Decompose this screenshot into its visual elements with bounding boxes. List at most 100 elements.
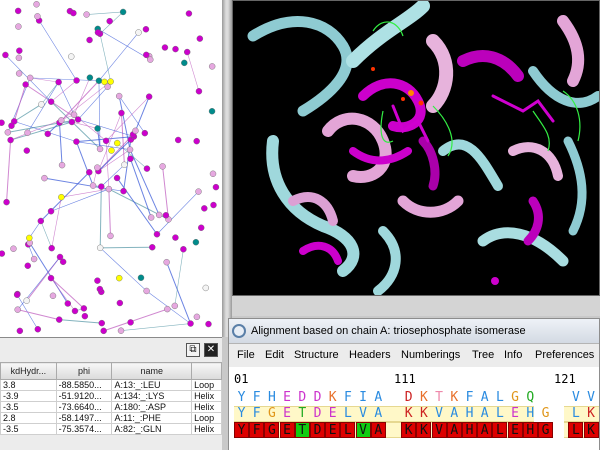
network-node[interactable] <box>2 51 9 59</box>
network-node[interactable] <box>49 292 57 299</box>
residue[interactable]: F <box>462 390 477 406</box>
network-node[interactable] <box>181 59 188 67</box>
network-node[interactable] <box>56 316 63 323</box>
network-node[interactable] <box>185 10 193 17</box>
network-node[interactable] <box>83 11 90 18</box>
network-node[interactable] <box>102 137 110 145</box>
network-node[interactable] <box>23 297 30 304</box>
network-node[interactable] <box>86 36 93 44</box>
residue[interactable]: F <box>249 406 264 422</box>
residue[interactable]: L <box>568 422 584 438</box>
close-icon[interactable]: ✕ <box>204 343 218 357</box>
network-node[interactable] <box>16 327 24 335</box>
residue[interactable]: F <box>249 390 264 406</box>
network-node[interactable] <box>94 164 101 171</box>
residue[interactable]: Y <box>234 390 249 406</box>
residue[interactable]: F <box>340 390 355 406</box>
network-node[interactable] <box>135 29 142 36</box>
sequence-alignment-area[interactable]: 01 111 121 YFHEDDKFIADKTKFALGQVVYFGETDEL… <box>229 367 599 450</box>
residue[interactable]: L <box>340 422 356 438</box>
alignment-row-sequence-2[interactable]: YFGETDELVAKKVAHALEHGLK <box>229 406 599 422</box>
network-node[interactable] <box>212 183 220 191</box>
menu-info[interactable]: Info <box>504 349 522 361</box>
network-node[interactable] <box>115 92 123 100</box>
residue[interactable]: K <box>401 406 416 422</box>
network-node[interactable] <box>161 44 169 51</box>
network-node[interactable] <box>26 234 33 242</box>
residue[interactable]: H <box>462 422 477 438</box>
residue[interactable]: T <box>295 406 310 422</box>
network-node[interactable] <box>127 155 134 162</box>
network-node[interactable] <box>209 170 217 177</box>
table-row[interactable]: -3.5 -73.6640... A:180:_:ASP Helix <box>0 401 222 413</box>
network-node[interactable] <box>7 136 14 144</box>
network-node[interactable] <box>196 35 204 42</box>
residue[interactable]: L <box>492 406 507 422</box>
network-node[interactable] <box>127 319 134 326</box>
network-node[interactable] <box>30 255 38 263</box>
network-node[interactable] <box>195 88 203 95</box>
network-node[interactable] <box>10 245 17 252</box>
table-row[interactable]: 3.8 -88.5850... A:13:_:LEU Loop <box>0 379 222 391</box>
network-node[interactable] <box>205 320 212 328</box>
network-node[interactable] <box>47 274 55 282</box>
network-node[interactable] <box>15 54 23 62</box>
network-node[interactable] <box>47 208 55 215</box>
residue[interactable]: D <box>401 390 416 406</box>
residue[interactable]: A <box>447 406 462 422</box>
residue[interactable]: V <box>584 390 599 406</box>
residue[interactable]: E <box>507 422 523 438</box>
network-node[interactable] <box>8 122 15 129</box>
network-node[interactable] <box>145 93 153 100</box>
network-node[interactable] <box>96 285 104 293</box>
network-node[interactable] <box>208 108 216 115</box>
network-node[interactable] <box>68 53 75 60</box>
network-node[interactable] <box>105 185 113 193</box>
network-node[interactable] <box>58 193 65 201</box>
network-node[interactable] <box>34 326 42 333</box>
residue[interactable]: G <box>538 406 553 422</box>
network-node[interactable] <box>143 287 150 295</box>
residue[interactable]: D <box>310 390 325 406</box>
residue[interactable]: F <box>249 422 265 438</box>
residue[interactable]: G <box>538 422 553 438</box>
network-node[interactable] <box>159 163 166 170</box>
network-node[interactable] <box>26 74 34 82</box>
residue[interactable]: L <box>492 422 508 438</box>
table-row[interactable]: -3.5 -75.3574... A:82:_:GLN Helix <box>0 423 222 435</box>
residue[interactable]: K <box>401 422 417 438</box>
network-node[interactable] <box>71 307 79 315</box>
residue[interactable]: A <box>371 406 386 422</box>
network-node[interactable] <box>37 217 45 225</box>
network-node[interactable] <box>183 48 191 56</box>
residue[interactable]: A <box>371 390 386 406</box>
residue[interactable]: K <box>584 406 599 422</box>
network-node[interactable] <box>113 174 121 182</box>
residue[interactable]: E <box>325 406 340 422</box>
residue[interactable]: T <box>432 390 447 406</box>
network-node[interactable] <box>118 109 125 117</box>
network-node[interactable] <box>155 211 163 219</box>
network-node[interactable] <box>210 201 217 209</box>
network-node[interactable] <box>3 198 10 206</box>
network-node[interactable] <box>94 277 101 284</box>
network-node[interactable] <box>44 130 51 138</box>
network-node[interactable] <box>73 138 80 145</box>
residue[interactable]: T <box>294 422 310 438</box>
network-node[interactable] <box>0 119 5 126</box>
network-node[interactable] <box>117 327 125 334</box>
network-node[interactable] <box>172 234 179 241</box>
vertical-splitter[interactable] <box>222 0 232 337</box>
network-node[interactable] <box>70 9 77 17</box>
network-node[interactable] <box>114 139 121 147</box>
network-node[interactable] <box>98 319 105 327</box>
network-node[interactable] <box>119 8 127 16</box>
network-node[interactable] <box>95 77 103 84</box>
network-node[interactable] <box>172 45 179 53</box>
network-node[interactable] <box>80 305 88 312</box>
window-titlebar[interactable]: Alignment based on chain A: triosephosph… <box>229 319 599 344</box>
residue[interactable]: L <box>492 390 507 406</box>
network-node[interactable] <box>47 98 55 105</box>
residue[interactable]: A <box>477 390 492 406</box>
residue[interactable]: A <box>370 422 386 438</box>
